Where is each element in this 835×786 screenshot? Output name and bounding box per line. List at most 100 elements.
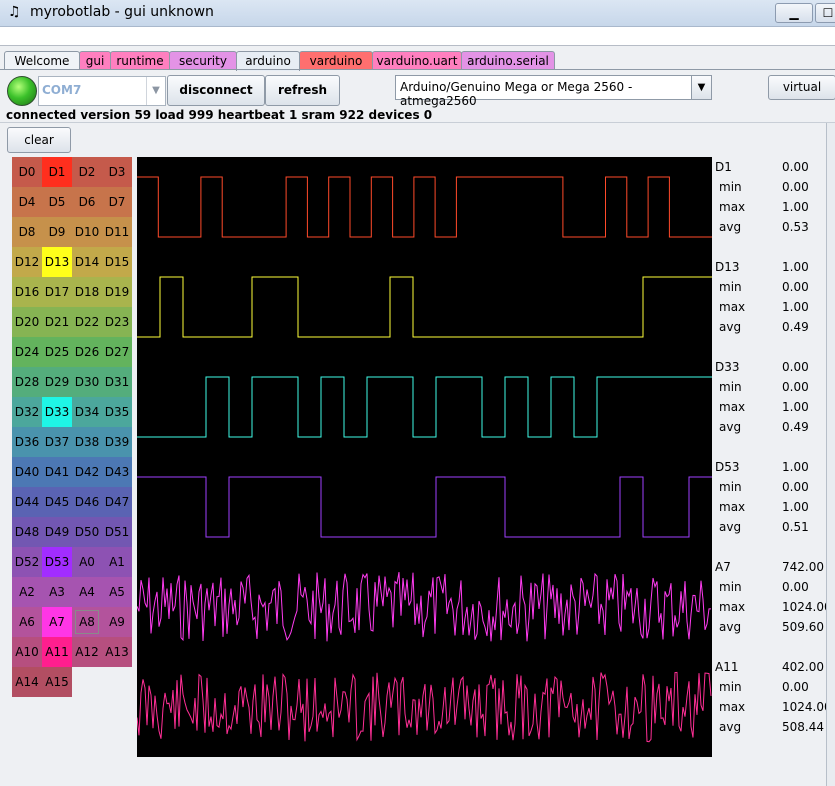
pin-d48[interactable]: D48 xyxy=(12,517,42,547)
tab-welcome[interactable]: Welcome xyxy=(4,51,80,70)
pin-d6[interactable]: D6 xyxy=(72,187,102,217)
tab-arduino-serial[interactable]: arduino.serial xyxy=(461,51,555,70)
pin-d17[interactable]: D17 xyxy=(42,277,72,307)
readout-pin-label: D13 xyxy=(715,260,740,274)
pin-d49[interactable]: D49 xyxy=(42,517,72,547)
pin-d41[interactable]: D41 xyxy=(42,457,72,487)
panel-divider xyxy=(0,122,835,123)
readout-min-label: min xyxy=(719,180,742,194)
pin-d34[interactable]: D34 xyxy=(72,397,102,427)
pin-d23[interactable]: D23 xyxy=(102,307,132,337)
pin-d26[interactable]: D26 xyxy=(72,337,102,367)
minimize-button[interactable]: ▁ xyxy=(775,3,813,23)
pin-d19[interactable]: D19 xyxy=(102,277,132,307)
pin-d43[interactable]: D43 xyxy=(102,457,132,487)
chevron-down-icon[interactable]: ▼ xyxy=(146,77,165,105)
pin-a2[interactable]: A2 xyxy=(12,577,42,607)
pin-a3[interactable]: A3 xyxy=(42,577,72,607)
pin-a0[interactable]: A0 xyxy=(72,547,102,577)
pin-d46[interactable]: D46 xyxy=(72,487,102,517)
pin-a7[interactable]: A7 xyxy=(42,607,72,637)
pin-d42[interactable]: D42 xyxy=(72,457,102,487)
pin-a4[interactable]: A4 xyxy=(72,577,102,607)
pin-a9[interactable]: A9 xyxy=(102,607,132,637)
tab-gui[interactable]: gui xyxy=(79,51,111,70)
pin-d33[interactable]: D33 xyxy=(42,397,72,427)
pin-d51[interactable]: D51 xyxy=(102,517,132,547)
pin-d50[interactable]: D50 xyxy=(72,517,102,547)
disconnect-button[interactable]: disconnect xyxy=(167,75,265,106)
pin-d47[interactable]: D47 xyxy=(102,487,132,517)
trace-d1 xyxy=(137,176,712,238)
board-value: Arduino/Genuino Mega or Mega 2560 - atme… xyxy=(400,80,633,108)
pin-a12[interactable]: A12 xyxy=(72,637,102,667)
pin-a1[interactable]: A1 xyxy=(102,547,132,577)
pin-d8[interactable]: D8 xyxy=(12,217,42,247)
pin-d0[interactable]: D0 xyxy=(12,157,42,187)
pin-d29[interactable]: D29 xyxy=(42,367,72,397)
pin-d27[interactable]: D27 xyxy=(102,337,132,367)
board-select[interactable]: Arduino/Genuino Mega or Mega 2560 - atme… xyxy=(395,75,712,108)
virtual-button[interactable]: virtual xyxy=(768,75,835,100)
pin-d25[interactable]: D25 xyxy=(42,337,72,367)
refresh-button[interactable]: refresh xyxy=(265,75,340,106)
pin-d38[interactable]: D38 xyxy=(72,427,102,457)
pin-d52[interactable]: D52 xyxy=(12,547,42,577)
pin-d4[interactable]: D4 xyxy=(12,187,42,217)
pin-a13[interactable]: A13 xyxy=(102,637,132,667)
pin-d15[interactable]: D15 xyxy=(102,247,132,277)
port-select[interactable]: COM7 ▼ xyxy=(38,76,166,106)
tab-security[interactable]: security xyxy=(169,51,237,70)
pin-d7[interactable]: D7 xyxy=(102,187,132,217)
pin-a6[interactable]: A6 xyxy=(12,607,42,637)
pin-d35[interactable]: D35 xyxy=(102,397,132,427)
pin-a11[interactable]: A11 xyxy=(42,637,72,667)
pin-d3[interactable]: D3 xyxy=(102,157,132,187)
pin-d37[interactable]: D37 xyxy=(42,427,72,457)
pin-a15[interactable]: A15 xyxy=(42,667,72,697)
pin-d2[interactable]: D2 xyxy=(72,157,102,187)
pin-d9[interactable]: D9 xyxy=(42,217,72,247)
pin-d45[interactable]: D45 xyxy=(42,487,72,517)
pin-d24[interactable]: D24 xyxy=(12,337,42,367)
pin-d14[interactable]: D14 xyxy=(72,247,102,277)
menu-bar xyxy=(0,27,835,46)
pin-d21[interactable]: D21 xyxy=(42,307,72,337)
pin-a14[interactable]: A14 xyxy=(12,667,42,697)
pin-d40[interactable]: D40 xyxy=(12,457,42,487)
pin-d13[interactable]: D13 xyxy=(42,247,72,277)
pin-a8[interactable]: A8 xyxy=(72,607,102,637)
chevron-down-icon[interactable]: ▼ xyxy=(691,76,711,99)
pin-d20[interactable]: D20 xyxy=(12,307,42,337)
pin-d53[interactable]: D53 xyxy=(42,547,72,577)
pin-d16[interactable]: D16 xyxy=(12,277,42,307)
pin-d44[interactable]: D44 xyxy=(12,487,42,517)
pin-a10[interactable]: A10 xyxy=(12,637,42,667)
readout-current-value: 0.00 xyxy=(782,160,809,174)
pin-d32[interactable]: D32 xyxy=(12,397,42,427)
tab-runtime[interactable]: runtime xyxy=(110,51,170,70)
pin-d1[interactable]: D1 xyxy=(42,157,72,187)
vertical-scrollbar[interactable] xyxy=(826,123,835,786)
tab-arduino[interactable]: arduino xyxy=(236,51,300,71)
pin-a5[interactable]: A5 xyxy=(102,577,132,607)
pin-d18[interactable]: D18 xyxy=(72,277,102,307)
pin-d39[interactable]: D39 xyxy=(102,427,132,457)
tab-varduino-uart[interactable]: varduino.uart xyxy=(372,51,462,70)
pin-d30[interactable]: D30 xyxy=(72,367,102,397)
pin-d12[interactable]: D12 xyxy=(12,247,42,277)
pin-d36[interactable]: D36 xyxy=(12,427,42,457)
oscilloscope-display xyxy=(137,157,712,757)
pin-d5[interactable]: D5 xyxy=(42,187,72,217)
pin-d10[interactable]: D10 xyxy=(72,217,102,247)
trace-a11 xyxy=(137,671,712,743)
pin-d11[interactable]: D11 xyxy=(102,217,132,247)
pin-d22[interactable]: D22 xyxy=(72,307,102,337)
clear-button[interactable]: clear xyxy=(7,127,71,153)
readout-max-value: 1024.00 xyxy=(782,700,832,714)
readout-min-value: 0.00 xyxy=(782,180,809,194)
pin-d28[interactable]: D28 xyxy=(12,367,42,397)
maximize-button[interactable]: ☐ xyxy=(815,3,835,23)
tab-varduino[interactable]: varduino xyxy=(299,51,373,70)
pin-d31[interactable]: D31 xyxy=(102,367,132,397)
